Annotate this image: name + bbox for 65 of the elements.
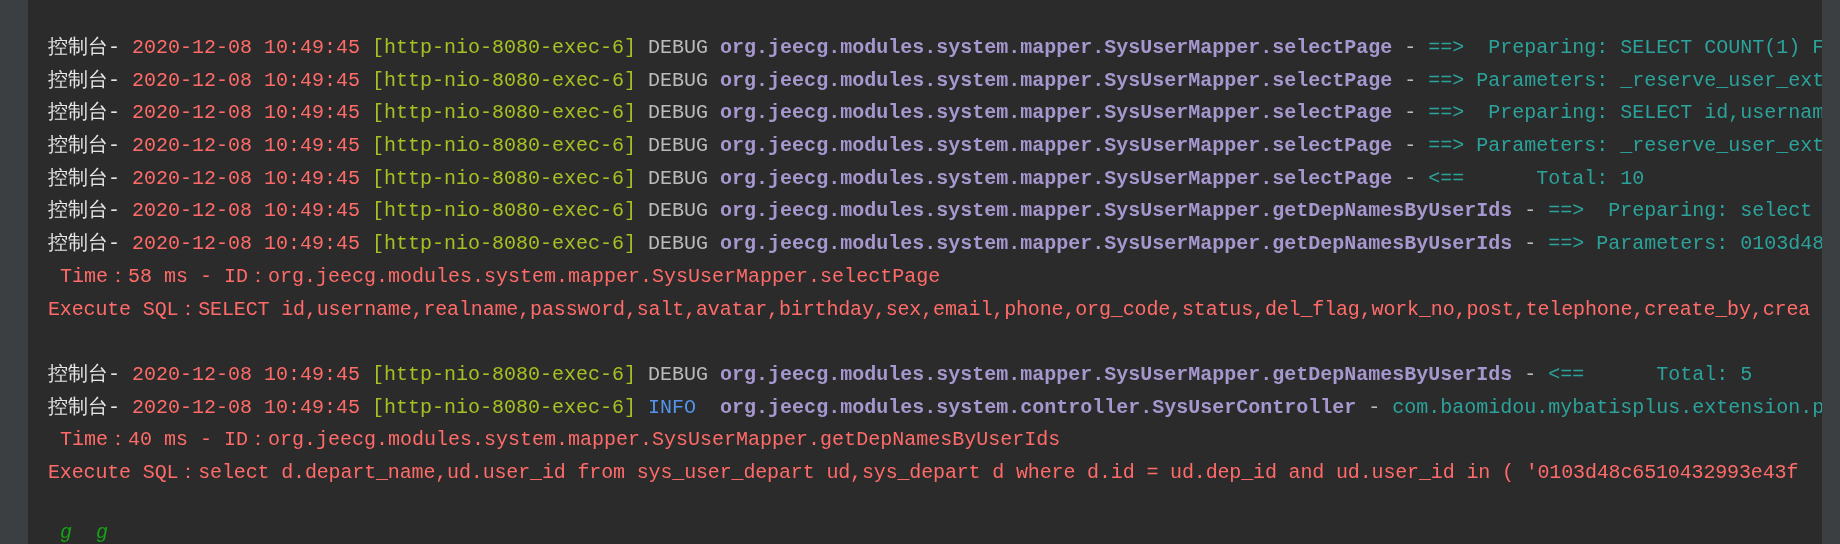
separator-dash: - xyxy=(1524,199,1537,223)
console-prefix: 控制台- xyxy=(48,395,120,419)
log-message: ==> Preparing: select xyxy=(1548,199,1813,223)
separator-dash: - xyxy=(1404,134,1417,158)
thread-name: [http-nio-8080-exec-6] xyxy=(372,134,637,158)
logger-name: org.jeecg.modules.system.mapper.SysUserMapper.selectPage xyxy=(720,134,1393,158)
logger-name: org.jeecg.modules.system.controller.SysUserController xyxy=(720,395,1357,419)
thread-name: [http-nio-8080-exec-6] xyxy=(372,395,637,419)
timestamp: 2020-12-08 10:49:45 xyxy=(132,232,361,256)
log-level: DEBUG xyxy=(648,100,709,127)
console-prefix: 控制台- xyxy=(48,166,120,190)
thread-name: [http-nio-8080-exec-6] xyxy=(372,36,637,59)
log-level: DEBUG xyxy=(648,231,709,258)
thread-name: [http-nio-8080-exec-6] xyxy=(372,166,637,190)
log-level: INFO xyxy=(648,394,698,421)
logger-name: org.jeecg.modules.system.mapper.SysUserMapper.getDepNamesByUserIds xyxy=(720,232,1513,256)
separator-dash: - xyxy=(1404,166,1417,190)
timestamp: 2020-12-08 10:49:45 xyxy=(132,134,361,158)
timestamp: 2020-12-08 10:49:45 xyxy=(132,166,361,190)
log-message: <== Total: 10 xyxy=(1428,166,1645,190)
thread-name: [http-nio-8080-exec-6] xyxy=(372,101,637,125)
log-message: ==> Parameters: _reserve_user_ext xyxy=(1428,134,1822,158)
logger-name: org.jeecg.modules.system.mapper.SysUserMapper.selectPage xyxy=(720,36,1393,59)
log-level: DEBUG xyxy=(648,361,709,388)
log-message: ==> Parameters: _reserve_user_ext xyxy=(1428,68,1822,92)
separator-dash: - xyxy=(1368,395,1381,419)
sql-statement: Execute SQL：select d.depart_name,ud.user_id from sys_user_depart ud,sys_depart d where d.id = ud.dep_id and ud.user_id in ( '0103d48c6510432993e43f xyxy=(48,460,1799,484)
console-prefix: 控制台- xyxy=(48,199,120,223)
console-prefix: 控制台- xyxy=(48,362,120,386)
thread-name: [http-nio-8080-exec-6] xyxy=(372,68,637,92)
console-prefix: 控制台- xyxy=(48,134,120,158)
console-prefix: 控制台- xyxy=(48,232,120,256)
thread-name: [http-nio-8080-exec-6] xyxy=(372,199,637,223)
console-output: g g xyxy=(59,521,108,544)
sql-timing-text: Time：58 ms - ID：org.jeecg.modules.system.mapper.SysUserMapper.selectPage xyxy=(59,264,941,288)
separator-dash: - xyxy=(1524,362,1537,386)
console-prefix: 控制台- xyxy=(48,101,120,125)
separator-dash: - xyxy=(1404,36,1417,59)
logger-name: org.jeecg.modules.system.mapper.SysUserMapper.selectPage xyxy=(720,101,1393,125)
log-level: DEBUG xyxy=(648,198,709,225)
log-level: DEBUG xyxy=(648,165,709,192)
logger-name: org.jeecg.modules.system.mapper.SysUserMapper.selectPage xyxy=(720,68,1393,92)
timestamp: 2020-12-08 10:49:45 xyxy=(132,36,361,59)
separator-dash: - xyxy=(1404,68,1417,92)
log-message: <== Total: 5 xyxy=(1548,362,1753,386)
timestamp: 2020-12-08 10:49:45 xyxy=(132,362,361,386)
console-prefix: 控制台- xyxy=(48,36,120,59)
log-message: ==> Preparing: SELECT COUNT(1) F xyxy=(1428,36,1822,59)
logger-name: org.jeecg.modules.system.mapper.SysUserMapper.getDepNamesByUserIds xyxy=(720,199,1513,223)
log-level: DEBUG xyxy=(648,133,709,160)
timestamp: 2020-12-08 10:49:45 xyxy=(132,199,361,223)
timestamp: 2020-12-08 10:49:45 xyxy=(132,101,361,125)
console-prefix: 控制台- xyxy=(48,68,120,92)
timestamp: 2020-12-08 10:49:45 xyxy=(132,68,361,92)
logger-name: org.jeecg.modules.system.mapper.SysUserMapper.selectPage xyxy=(720,166,1393,190)
sql-timing-text: Time：40 ms - ID：org.jeecg.modules.system.mapper.SysUserMapper.getDepNamesByUserIds xyxy=(59,428,1061,452)
log-level: DEBUG xyxy=(648,67,709,94)
thread-name: [http-nio-8080-exec-6] xyxy=(372,362,637,386)
sql-statement: Execute SQL：SELECT id,username,realname,password,salt,avatar,birthday,sex,email,phone,org_code,status,del_flag,work_no,post,telephone,create_by,crea xyxy=(48,297,1811,321)
timestamp: 2020-12-08 10:49:45 xyxy=(132,395,361,419)
separator-dash: - xyxy=(1404,101,1417,125)
logger-name: org.jeecg.modules.system.mapper.SysUserMapper.getDepNamesByUserIds xyxy=(720,362,1513,386)
thread-name: [http-nio-8080-exec-6] xyxy=(372,232,637,256)
separator-dash: - xyxy=(1524,232,1537,256)
log-level: DEBUG xyxy=(648,35,709,61)
